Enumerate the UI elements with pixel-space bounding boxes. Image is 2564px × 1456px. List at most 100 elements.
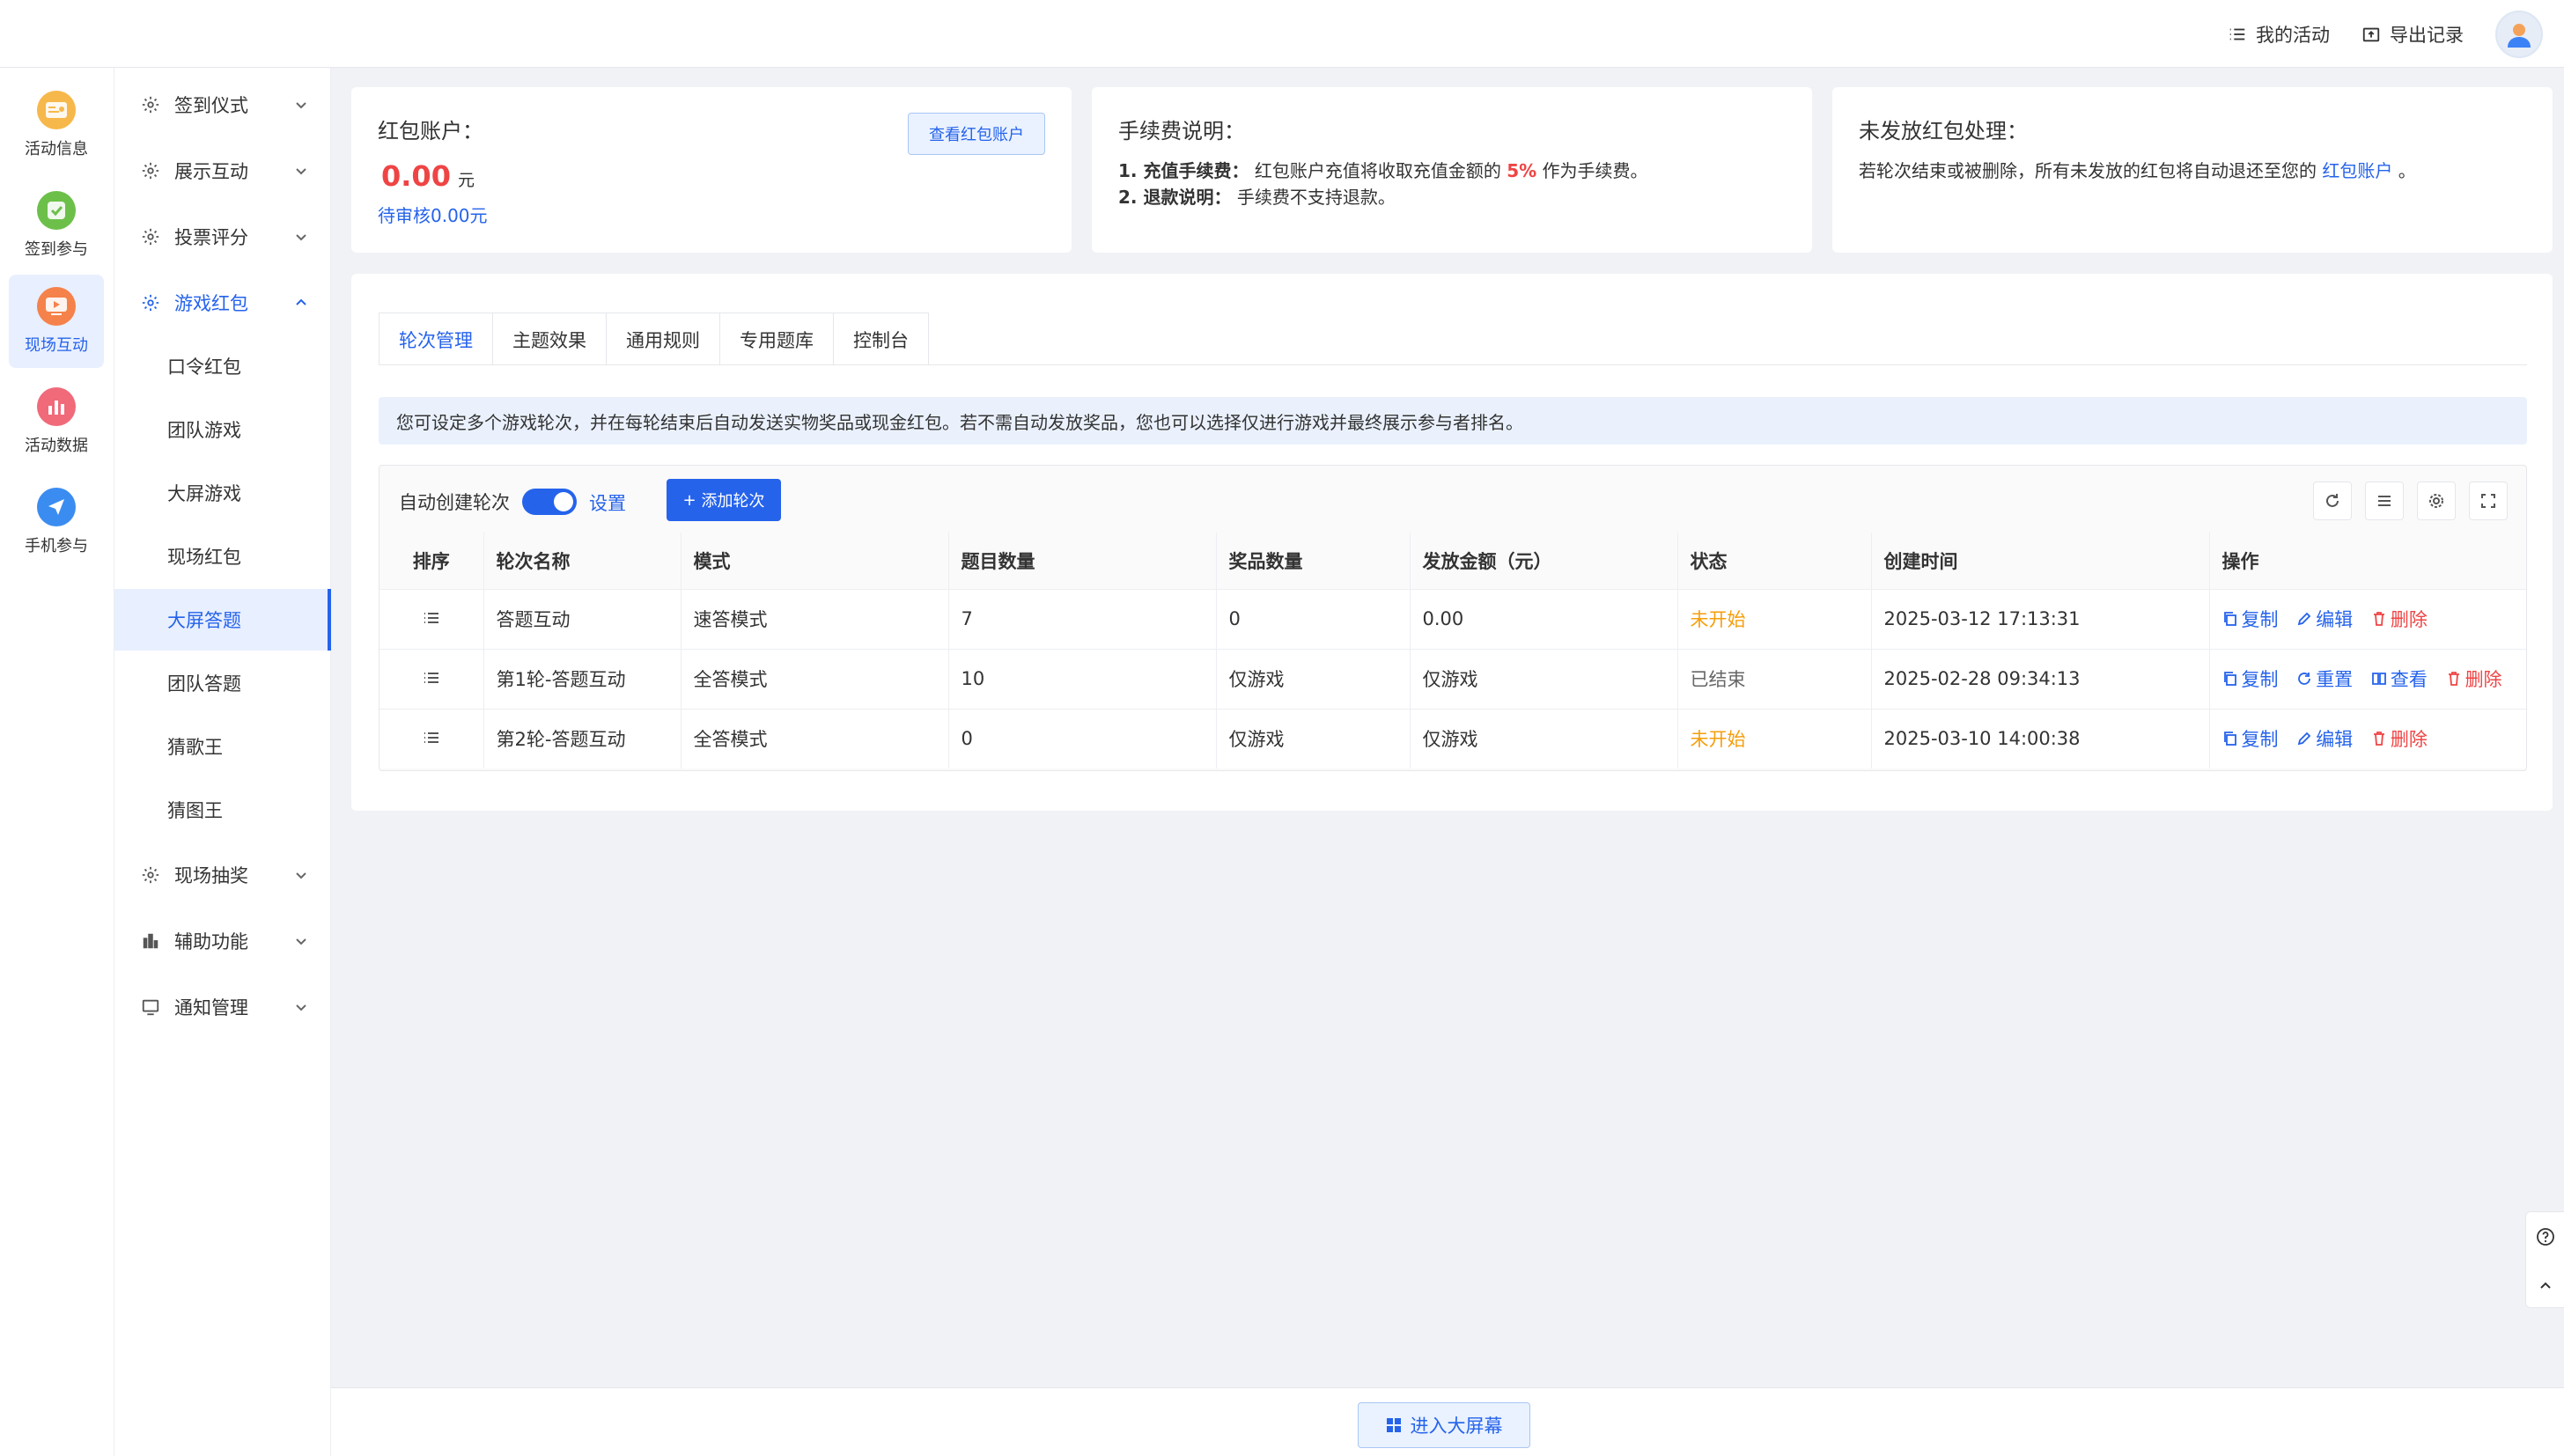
delete-button[interactable]: 删除 [2371, 725, 2428, 752]
chevron-up-icon [2539, 1282, 2551, 1289]
trash-icon [2373, 732, 2384, 746]
nav-item-label: 现场互动 [25, 336, 88, 355]
tab-theme-effect[interactable]: 主题效果 [492, 313, 607, 365]
drag-handle[interactable] [379, 708, 484, 768]
column-settings-button[interactable] [2417, 482, 2456, 520]
enter-big-screen-button[interactable]: 进入大屏幕 [1358, 1402, 1530, 1448]
wallet-amount: 0.00 [381, 159, 451, 193]
my-activity-link[interactable]: 我的活动 [2228, 21, 2330, 48]
mobile-icon [37, 488, 76, 526]
refresh-button[interactable] [2313, 482, 2352, 520]
sub-item-screen-game[interactable]: 大屏游戏 [114, 462, 331, 524]
copy-button[interactable]: 复制 [2222, 665, 2279, 692]
nav-item-activity-data[interactable]: 活动数据 [9, 375, 104, 468]
edit-button[interactable]: 编辑 [2296, 606, 2353, 632]
nav-item-label: 活动数据 [25, 437, 88, 455]
fee-line-1: 1. 充值手续费： 红包账户充值将收取充值金额的 5% 作为手续费。 [1118, 157, 1648, 182]
back-to-top-button[interactable] [2526, 1261, 2564, 1309]
fee-line-1-label: 1. 充值手续费： [1118, 160, 1249, 181]
nav-item-live-interaction[interactable]: 现场互动 [9, 275, 104, 368]
trash-icon [2373, 612, 2384, 626]
reset-button[interactable]: 重置 [2296, 665, 2353, 692]
cell-created: 2025-03-10 14:00:38 [1871, 708, 2210, 768]
drag-handle[interactable] [379, 588, 484, 649]
tab-general-rules[interactable]: 通用规则 [606, 313, 720, 365]
enter-big-screen-label: 进入大屏幕 [1410, 1416, 1503, 1437]
sub-group-voting[interactable]: 投票评分 [114, 205, 331, 268]
cell-name: 第2轮-答题互动 [483, 708, 682, 768]
fullscreen-button[interactable] [2469, 482, 2508, 520]
drag-handle[interactable] [379, 648, 484, 709]
my-activity-label: 我的活动 [2256, 24, 2330, 46]
tab-round-management[interactable]: 轮次管理 [379, 313, 493, 365]
view-button[interactable]: 查看 [2371, 665, 2428, 692]
sub-group-label: 游戏红包 [174, 293, 248, 314]
edit-label: 编辑 [2316, 609, 2354, 630]
sub-item-password-redpacket[interactable]: 口令红包 [114, 335, 331, 397]
chevron-up-icon [296, 298, 306, 305]
drag-list-icon [424, 732, 438, 744]
table-row: 第2轮-答题互动 全答模式 0 仅游戏 仅游戏 未开始 2025-03-10 1… [379, 708, 2526, 768]
edit-button[interactable]: 编辑 [2296, 725, 2353, 752]
sub-item-song-guess[interactable]: 猜歌王 [114, 716, 331, 777]
cell-actions: 复制 编辑 删除 [2209, 708, 2526, 768]
chevron-down-icon [296, 234, 306, 241]
delete-button[interactable]: 删除 [2371, 606, 2428, 632]
delete-label: 删除 [2390, 609, 2428, 630]
sub-group-aux-functions[interactable]: 辅助功能 [114, 909, 331, 973]
gear-icon [142, 96, 159, 114]
add-round-button[interactable]: + 添加轮次 [667, 479, 781, 521]
sub-group-display-interaction[interactable]: 展示互动 [114, 139, 331, 202]
grid-icon [1386, 1418, 1401, 1432]
sub-item-team-quiz[interactable]: 团队答题 [114, 652, 331, 714]
auto-create-toggle[interactable] [522, 489, 577, 515]
cell-prizes: 仅游戏 [1216, 708, 1411, 768]
sub-group-game-redpacket[interactable]: 游戏红包 [114, 271, 331, 335]
copy-button[interactable]: 复制 [2222, 606, 2279, 632]
sub-item-label: 现场红包 [167, 547, 241, 568]
nav-item-activity-info[interactable]: 活动信息 [9, 78, 104, 172]
nav-item-mobile[interactable]: 手机参与 [9, 475, 104, 569]
gear-icon [142, 866, 159, 884]
delete-button[interactable]: 删除 [2446, 665, 2502, 692]
cell-status: 未开始 [1677, 708, 1872, 768]
help-icon [2536, 1227, 2554, 1246]
tab-question-bank[interactable]: 专用题库 [719, 313, 834, 365]
fee-rate: 5% [1507, 160, 1537, 181]
sub-item-label: 大屏游戏 [167, 483, 241, 504]
help-button[interactable] [2526, 1212, 2564, 1261]
sub-group-checkin-ceremony[interactable]: 签到仪式 [114, 73, 331, 136]
copy-icon [2223, 612, 2236, 626]
col-header-mode: 模式 [681, 533, 949, 589]
avatar[interactable] [2495, 10, 2543, 58]
nav-item-checkin[interactable]: 签到参与 [9, 179, 104, 272]
density-icon [2378, 496, 2391, 506]
tab-divider [379, 364, 2527, 365]
col-header-status: 状态 [1677, 533, 1872, 589]
sub-group-label: 签到仪式 [174, 95, 248, 116]
sub-item-live-redpacket[interactable]: 现场红包 [114, 526, 331, 587]
tab-console[interactable]: 控制台 [833, 313, 929, 365]
top-bar: 我的活动 导出记录 [0, 0, 2564, 68]
sub-item-screen-quiz[interactable]: 大屏答题 [114, 589, 331, 651]
wallet-link[interactable]: 红包账户 [2322, 160, 2392, 181]
wallet-amount-row: 0.00 元 [381, 159, 475, 193]
cell-created: 2025-03-12 17:13:31 [1871, 588, 2210, 649]
view-wallet-button[interactable]: 查看红包账户 [908, 113, 1045, 155]
sub-group-lottery[interactable]: 现场抽奖 [114, 843, 331, 907]
cell-prizes: 0 [1216, 588, 1411, 649]
cell-amount: 0.00 [1410, 588, 1678, 649]
sub-group-label: 辅助功能 [174, 931, 248, 952]
fee-line-1-text-a: 红包账户充值将收取充值金额的 [1254, 160, 1501, 181]
export-records-link[interactable]: 导出记录 [2361, 21, 2464, 48]
sub-item-team-game[interactable]: 团队游戏 [114, 399, 331, 460]
unissued-text-a: 若轮次结束或被删除，所有未发放的红包将自动退还至您的 [1859, 160, 2317, 181]
copy-label: 复制 [2241, 729, 2279, 751]
settings-link[interactable]: 设置 [589, 489, 626, 516]
fullscreen-icon [2481, 494, 2495, 508]
sub-item-picture-guess[interactable]: 猜图王 [114, 779, 331, 841]
view-label: 查看 [2390, 669, 2428, 690]
copy-button[interactable]: 复制 [2222, 725, 2279, 752]
density-button[interactable] [2365, 482, 2404, 520]
sub-group-notification[interactable]: 通知管理 [114, 975, 331, 1039]
